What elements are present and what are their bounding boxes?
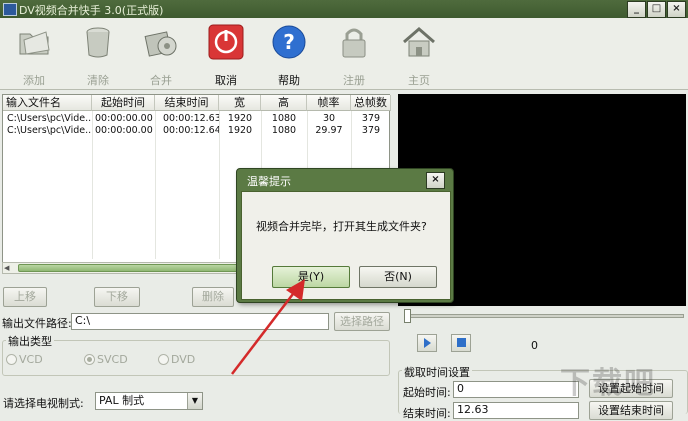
dialog-title: 温馨提示	[247, 175, 291, 188]
row-height: 1080	[271, 113, 297, 124]
film-reel-icon	[144, 31, 177, 57]
row-width: 1920	[227, 113, 253, 124]
row-end: 00:00:12.64	[163, 125, 219, 136]
play-button[interactable]	[417, 334, 437, 352]
prompt-dialog: 温馨提示 × 视频合并完毕，打开其生成文件夹? 是(Y) 否(N)	[236, 168, 454, 303]
add-button[interactable]: 添加	[4, 22, 64, 87]
help-button[interactable]: ? 帮助	[259, 22, 319, 87]
scroll-left-icon[interactable]: ◀	[4, 264, 14, 272]
yes-button[interactable]: 是(Y)	[272, 266, 350, 288]
row-fps: 29.97	[315, 125, 343, 136]
column-header-frames[interactable]: 总帧数	[351, 95, 391, 111]
start-time-label: 起始时间:	[403, 386, 451, 399]
grid-line	[155, 111, 156, 259]
no-button[interactable]: 否(N)	[359, 266, 437, 288]
end-time-label: 结束时间:	[403, 407, 451, 420]
column-header-filename[interactable]: 输入文件名	[3, 95, 92, 111]
vcd-label: VCD	[19, 353, 43, 366]
output-path-field[interactable]: C:\	[71, 313, 329, 330]
clear-button[interactable]: 清除	[68, 22, 128, 87]
delete-button[interactable]: 删除	[192, 287, 234, 307]
column-header-end[interactable]: 结束时间	[155, 95, 219, 111]
choose-path-button[interactable]: 选择路径	[334, 312, 390, 331]
folder-icon	[19, 31, 50, 55]
stop-button[interactable]	[451, 334, 471, 352]
vcd-radio[interactable]	[6, 354, 17, 365]
tv-standard-label: 请选择电视制式:	[3, 397, 84, 410]
output-type-label: 输出类型	[6, 333, 54, 349]
dvd-radio[interactable]	[158, 354, 169, 365]
cancel-button[interactable]: 取消	[196, 22, 256, 87]
merge-button[interactable]: 合并	[131, 22, 191, 87]
padlock-icon	[342, 28, 366, 58]
help-icon: ?	[272, 25, 306, 59]
output-path-label: 输出文件路径:	[2, 317, 72, 330]
end-time-field[interactable]: 12.63	[453, 402, 579, 419]
row-filename: C:\Users\pc\Vide...	[7, 113, 91, 124]
svcd-radio[interactable]	[84, 354, 95, 365]
svg-text:?: ?	[283, 30, 295, 54]
stop-icon	[457, 338, 466, 347]
set-end-time-button[interactable]: 设置结束时间	[589, 401, 673, 420]
window-title: DV视频合并快手 3.0(正式版)	[19, 4, 164, 17]
row-start: 00:00:00.00	[95, 125, 153, 136]
add-label: 添加	[23, 74, 45, 87]
trash-can-icon	[86, 27, 110, 58]
column-header-fps[interactable]: 帧率	[307, 95, 351, 111]
home-button[interactable]: 主页	[389, 22, 449, 87]
house-icon	[403, 27, 435, 57]
close-button[interactable]: ×	[667, 1, 686, 18]
row-width: 1920	[227, 125, 253, 136]
minimize-button[interactable]: _	[627, 1, 646, 18]
svcd-label: SVCD	[97, 353, 128, 366]
power-stop-icon	[208, 24, 244, 60]
row-height: 1080	[271, 125, 297, 136]
dialog-body: 视频合并完毕，打开其生成文件夹? 是(Y) 否(N)	[241, 191, 451, 300]
seek-slider[interactable]	[404, 314, 684, 318]
dialog-message: 视频合并完毕，打开其生成文件夹?	[256, 220, 427, 233]
scrollbar-thumb[interactable]	[18, 264, 238, 272]
register-button[interactable]: 注册	[324, 22, 384, 87]
row-frames: 379	[361, 113, 381, 124]
merge-label: 合并	[150, 74, 172, 87]
cancel-label: 取消	[215, 74, 237, 87]
help-label: 帮助	[278, 74, 300, 87]
column-header-height[interactable]: 高	[261, 95, 307, 111]
dvd-label: DVD	[171, 353, 196, 366]
grid-line	[92, 111, 93, 259]
title-bar: DV视频合并快手 3.0(正式版) _ □ ×	[0, 0, 688, 18]
register-label: 注册	[343, 74, 365, 87]
play-icon	[424, 338, 431, 348]
watermark: 下载吧	[560, 366, 656, 401]
row-end: 00:00:12.63	[163, 113, 219, 124]
clear-label: 清除	[87, 74, 109, 87]
column-header-start[interactable]: 起始时间	[92, 95, 155, 111]
dialog-close-button[interactable]: ×	[426, 172, 445, 189]
tv-standard-value: PAL 制式	[99, 394, 145, 407]
app-icon	[3, 3, 17, 16]
home-label: 主页	[408, 74, 430, 87]
toolbar: 添加 清除 合并 取消 ? 帮助 注册 主页	[0, 18, 688, 90]
maximize-button[interactable]: □	[647, 1, 666, 18]
frame-counter: 0	[531, 339, 538, 352]
output-type-group	[2, 340, 390, 376]
move-down-button[interactable]: 下移	[94, 287, 140, 307]
seek-slider-thumb[interactable]	[404, 309, 411, 323]
dropdown-arrow-icon[interactable]: ▼	[187, 393, 202, 409]
row-fps: 30	[322, 113, 336, 124]
row-filename: C:\Users\pc\Vide...	[7, 125, 91, 136]
time-settings-label: 截取时间设置	[402, 364, 472, 380]
row-frames: 379	[361, 125, 381, 136]
move-up-button[interactable]: 上移	[3, 287, 47, 307]
column-header-width[interactable]: 宽	[219, 95, 261, 111]
row-start: 00:00:00.00	[95, 113, 153, 124]
